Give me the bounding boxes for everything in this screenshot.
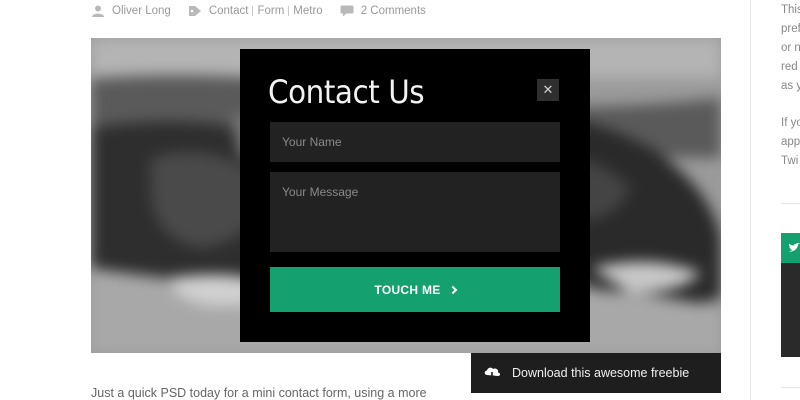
sidebar-line: Twi	[781, 155, 799, 167]
separator	[252, 6, 254, 16]
sidebar-line: pref	[781, 23, 800, 35]
sidebar-line: red	[781, 61, 798, 73]
cloud-download-icon	[484, 367, 501, 380]
separator	[288, 6, 290, 16]
post-intro-text: Just a quick PSD today for a mini contac…	[91, 386, 427, 400]
category-link-form[interactable]: Form	[257, 5, 284, 17]
sidebar-divider	[781, 203, 800, 204]
sidebar-line: This	[781, 4, 800, 16]
author-link[interactable]: Oliver Long	[112, 5, 171, 17]
category-link-contact[interactable]: Contact	[209, 5, 249, 17]
twitter-header	[781, 233, 800, 263]
sidebar-line: app	[781, 136, 800, 148]
sidebar-paragraph: This pref or n red as y	[781, 1, 800, 96]
download-button[interactable]: Download this awesome freebie	[471, 353, 721, 393]
close-icon: ✕	[542, 82, 554, 97]
sidebar-line: If yo	[781, 117, 800, 129]
user-icon	[92, 5, 104, 17]
chevron-right-icon	[448, 285, 457, 294]
twitter-icon	[788, 243, 800, 252]
twitter-widget[interactable]	[781, 233, 800, 357]
post-meta: Oliver Long Contact Form Metro 2 Comment…	[91, 4, 443, 18]
category-link-metro[interactable]: Metro	[293, 5, 322, 17]
sidebar-line: or n	[781, 42, 800, 54]
message-input[interactable]	[270, 172, 560, 252]
sidebar-divider	[781, 387, 800, 388]
comments-link[interactable]: 2 Comments	[361, 5, 426, 17]
name-input[interactable]	[270, 122, 560, 162]
sidebar-paragraph: If yo app Twi	[781, 114, 800, 171]
comment-icon	[340, 5, 354, 17]
submit-label: TOUCH ME	[374, 282, 441, 297]
close-button[interactable]: ✕	[537, 79, 559, 101]
modal-title: Contact Us	[268, 73, 425, 111]
submit-button[interactable]: TOUCH ME	[270, 267, 560, 312]
download-label: Download this awesome freebie	[512, 366, 690, 380]
sidebar-divider	[750, 0, 751, 400]
contact-modal: Contact Us ✕ TOUCH ME	[240, 49, 590, 342]
sidebar-line: as y	[781, 80, 800, 92]
tag-icon	[188, 6, 201, 16]
